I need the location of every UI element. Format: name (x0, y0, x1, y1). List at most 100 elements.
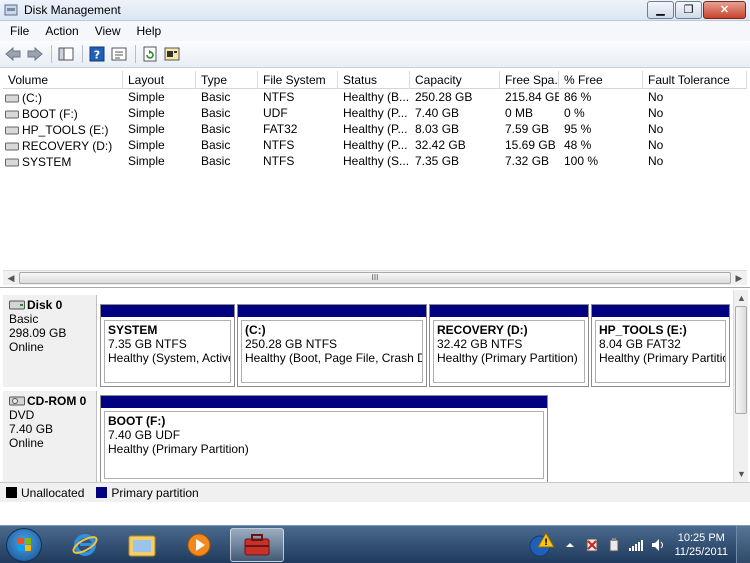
scroll-left-icon[interactable]: ◀ (4, 272, 18, 285)
scroll-thumb[interactable]: III (19, 272, 731, 284)
cell-type: Basic (201, 122, 231, 136)
scroll-up-icon[interactable]: ▲ (734, 291, 749, 305)
cell-layout: Simple (128, 138, 165, 152)
partition-c[interactable]: (C:) 250.28 GB NTFS Healthy (Boot, Page … (237, 304, 427, 387)
column-header-free-space[interactable]: Free Spa... (500, 71, 559, 89)
scroll-right-icon[interactable]: ▶ (732, 272, 746, 285)
volume-rows: (C:) Simple Basic NTFS Healthy (B... 250.28 G… (3, 90, 747, 170)
toolbar-separator (82, 45, 83, 63)
maximize-button[interactable]: ❐ (675, 1, 702, 19)
cell-volume: SYSTEM (3, 154, 123, 170)
system-tray: ! 10:25 PM 11/25/2011 (525, 526, 750, 563)
column-header-fault-tolerance[interactable]: Fault Tolerance (643, 71, 747, 89)
properties-icon[interactable] (109, 44, 129, 64)
menu-help[interactable]: Help (129, 24, 170, 38)
taskbar-internet-explorer[interactable] (58, 528, 112, 562)
scroll-down-icon[interactable]: ▼ (734, 467, 749, 481)
forward-icon[interactable] (25, 44, 45, 64)
partition-system[interactable]: SYSTEM 7.35 GB NTFS Healthy (System, Act… (100, 304, 235, 387)
column-header-percent-free[interactable]: % Free (559, 71, 643, 89)
network-icon[interactable] (628, 537, 644, 553)
volume-row[interactable]: (C:) Simple Basic NTFS Healthy (B... 250.28 G… (3, 90, 747, 106)
menu-action[interactable]: Action (37, 24, 86, 38)
help-icon[interactable]: ? (87, 44, 107, 64)
clock[interactable]: 10:25 PM 11/25/2011 (675, 531, 728, 559)
volume-row[interactable]: RECOVERY (D:) Simple Basic NTFS Healthy (P..… (3, 138, 747, 154)
hard-disk-icon (9, 300, 25, 310)
cell-fault-tolerance: No (648, 154, 664, 168)
volume-name: (C:) (22, 90, 42, 105)
cell-free-space: 7.32 GB (505, 154, 550, 168)
menu-file[interactable]: File (2, 24, 37, 38)
column-header-file-system[interactable]: File System (258, 71, 338, 89)
show-hidden-icon[interactable] (562, 537, 578, 553)
cell-status: Healthy (P... (343, 138, 408, 152)
volume-name: HP_TOOLS (E:) (22, 122, 109, 137)
console-tree-icon[interactable] (56, 44, 76, 64)
volume-row[interactable]: HP_TOOLS (E:) Simple Basic FAT32 Healthy (P.… (3, 122, 747, 138)
volume-list: Volume Layout Type File System Status Ca… (0, 68, 750, 288)
taskbar: ! 10:25 PM 11/25/2011 (0, 525, 750, 563)
cell-file-system: NTFS (263, 90, 295, 104)
cell-type: Basic (201, 90, 231, 104)
svg-text:?: ? (94, 49, 100, 62)
disk-info-disk-0[interactable]: Disk 0 Basic 298.09 GB Online (3, 295, 97, 387)
partition-hp-tools[interactable]: HP_TOOLS (E:) 8.04 GB FAT32 Healthy (Pri… (591, 304, 730, 387)
cell-percent-free: 95 % (564, 122, 592, 136)
partition-size: 8.04 GB FAT32 (599, 337, 681, 351)
partition-boot[interactable]: BOOT (F:) 7.40 GB UDF Healthy (Primary P… (100, 395, 548, 483)
legend-unallocated: Unallocated (21, 485, 85, 500)
cell-file-system: UDF (263, 106, 288, 120)
taskbar-disk-management[interactable] (230, 528, 284, 562)
disk-row-disk-0[interactable]: Disk 0 Basic 298.09 GB Online SYSTEM 7.3… (3, 295, 730, 387)
close-button[interactable]: ✕ (703, 1, 746, 19)
horizontal-scrollbar[interactable]: ◀ III ▶ (3, 270, 747, 285)
cell-type: Basic (201, 106, 231, 120)
back-icon[interactable] (3, 44, 23, 64)
disk-type: Basic (9, 312, 39, 326)
cell-type: Basic (201, 154, 231, 168)
taskbar-windows-explorer[interactable] (115, 528, 169, 562)
cell-status: Healthy (P... (343, 122, 408, 136)
vertical-scrollbar[interactable]: ▲ ▼ (733, 290, 748, 482)
disk-info-cdrom-0[interactable]: CD-ROM 0 DVD 7.40 GB Online (3, 391, 97, 483)
partition-name: SYSTEM (108, 323, 158, 337)
list-header: Volume Layout Type File System Status Ca… (3, 71, 747, 89)
power-icon[interactable] (584, 537, 600, 553)
minimize-button[interactable]: ▁ (647, 1, 674, 19)
show-desktop-button[interactable] (736, 526, 750, 563)
cell-volume: HP_TOOLS (E:) (3, 122, 123, 138)
cell-layout: Simple (128, 90, 165, 104)
rescan-icon[interactable] (162, 44, 182, 64)
volume-row[interactable]: SYSTEM Simple Basic NTFS Healthy (S... 7.35 G… (3, 154, 747, 170)
cell-type: Basic (201, 138, 231, 152)
window-title: Disk Management (24, 3, 121, 17)
partition-size: 32.42 GB NTFS (437, 337, 523, 351)
column-header-capacity[interactable]: Capacity (410, 71, 500, 89)
partition-status: Healthy (Primary Partition (599, 351, 726, 365)
cell-capacity: 32.42 GB (415, 138, 466, 152)
cell-fault-tolerance: No (648, 122, 664, 136)
start-button[interactable] (6, 528, 42, 562)
volume-icon[interactable] (650, 537, 666, 553)
volume-row[interactable]: BOOT (F:) Simple Basic UDF Healthy (P... 7.40… (3, 106, 747, 122)
scroll-thumb[interactable] (735, 306, 747, 414)
column-header-layout[interactable]: Layout (123, 71, 196, 89)
partition-name: HP_TOOLS (E:) (599, 323, 687, 337)
windows-logo-icon (18, 538, 31, 551)
windows-explorer-icon (128, 535, 156, 557)
cell-capacity: 7.35 GB (415, 154, 460, 168)
column-header-type[interactable]: Type (196, 71, 258, 89)
toolbar: ? (0, 41, 750, 68)
column-header-status[interactable]: Status (338, 71, 410, 89)
column-header-volume[interactable]: Volume (3, 71, 123, 89)
device-icon[interactable] (606, 537, 622, 553)
partition-recovery[interactable]: RECOVERY (D:) 32.42 GB NTFS Healthy (Pri… (429, 304, 589, 387)
taskbar-media-player[interactable] (172, 528, 226, 562)
action-center-icon[interactable]: ! (528, 531, 556, 559)
cd-rom-icon (9, 396, 25, 406)
disk-row-cdrom-0[interactable]: CD-ROM 0 DVD 7.40 GB Online BOOT (F:) 7.… (3, 391, 730, 483)
refresh-icon[interactable] (140, 44, 160, 64)
menu-view[interactable]: View (87, 24, 129, 38)
legend-primary-partition: Primary partition (111, 485, 199, 500)
